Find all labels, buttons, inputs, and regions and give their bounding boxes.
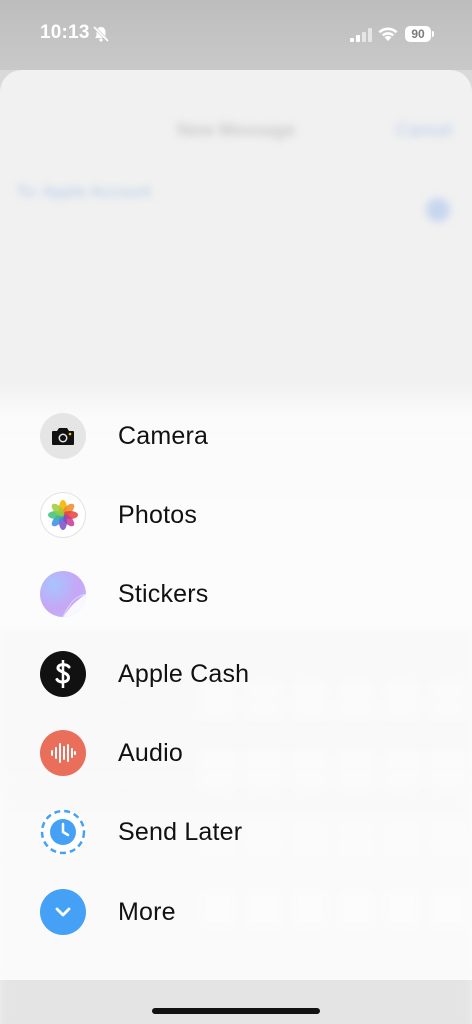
menu-item-apple-cash[interactable]: Apple Cash xyxy=(40,650,249,698)
menu-item-label: Send Later xyxy=(118,817,243,846)
status-time: 10:13 xyxy=(40,22,90,43)
camera-icon xyxy=(40,413,86,459)
stickers-icon xyxy=(40,571,86,617)
cellular-signal-icon xyxy=(350,28,372,47)
apple-cash-icon xyxy=(40,651,86,697)
menu-item-label: Apple Cash xyxy=(118,659,250,688)
menu-item-more[interactable]: More xyxy=(40,888,176,936)
menu-item-audio[interactable]: Audio xyxy=(40,729,183,777)
add-recipient-icon xyxy=(426,198,450,222)
menu-item-label: Stickers xyxy=(118,579,209,608)
menu-item-label: Audio xyxy=(118,738,183,767)
cancel-button: Cancel xyxy=(395,120,452,140)
menu-item-label: More xyxy=(118,897,176,926)
menu-item-camera[interactable]: Camera xyxy=(40,412,208,460)
audio-waveform-icon xyxy=(40,730,86,776)
chevron-down-icon xyxy=(40,889,86,935)
status-bar: 10:13 90 xyxy=(0,0,472,70)
home-indicator[interactable] xyxy=(152,1008,320,1014)
photos-icon xyxy=(40,492,86,538)
bell-slash-icon xyxy=(92,25,110,48)
send-later-clock-icon xyxy=(40,809,86,855)
menu-item-label: Camera xyxy=(118,421,209,450)
menu-item-stickers[interactable]: Stickers xyxy=(40,570,209,618)
recipient-field: To: Apple Account xyxy=(16,182,152,201)
menu-item-label: Photos xyxy=(118,500,198,529)
wifi-icon xyxy=(377,25,399,47)
battery-cap xyxy=(432,31,434,37)
battery-indicator: 90 xyxy=(405,26,431,42)
menu-item-photos[interactable]: Photos xyxy=(40,491,197,539)
menu-item-send-later[interactable]: Send Later xyxy=(40,808,242,856)
